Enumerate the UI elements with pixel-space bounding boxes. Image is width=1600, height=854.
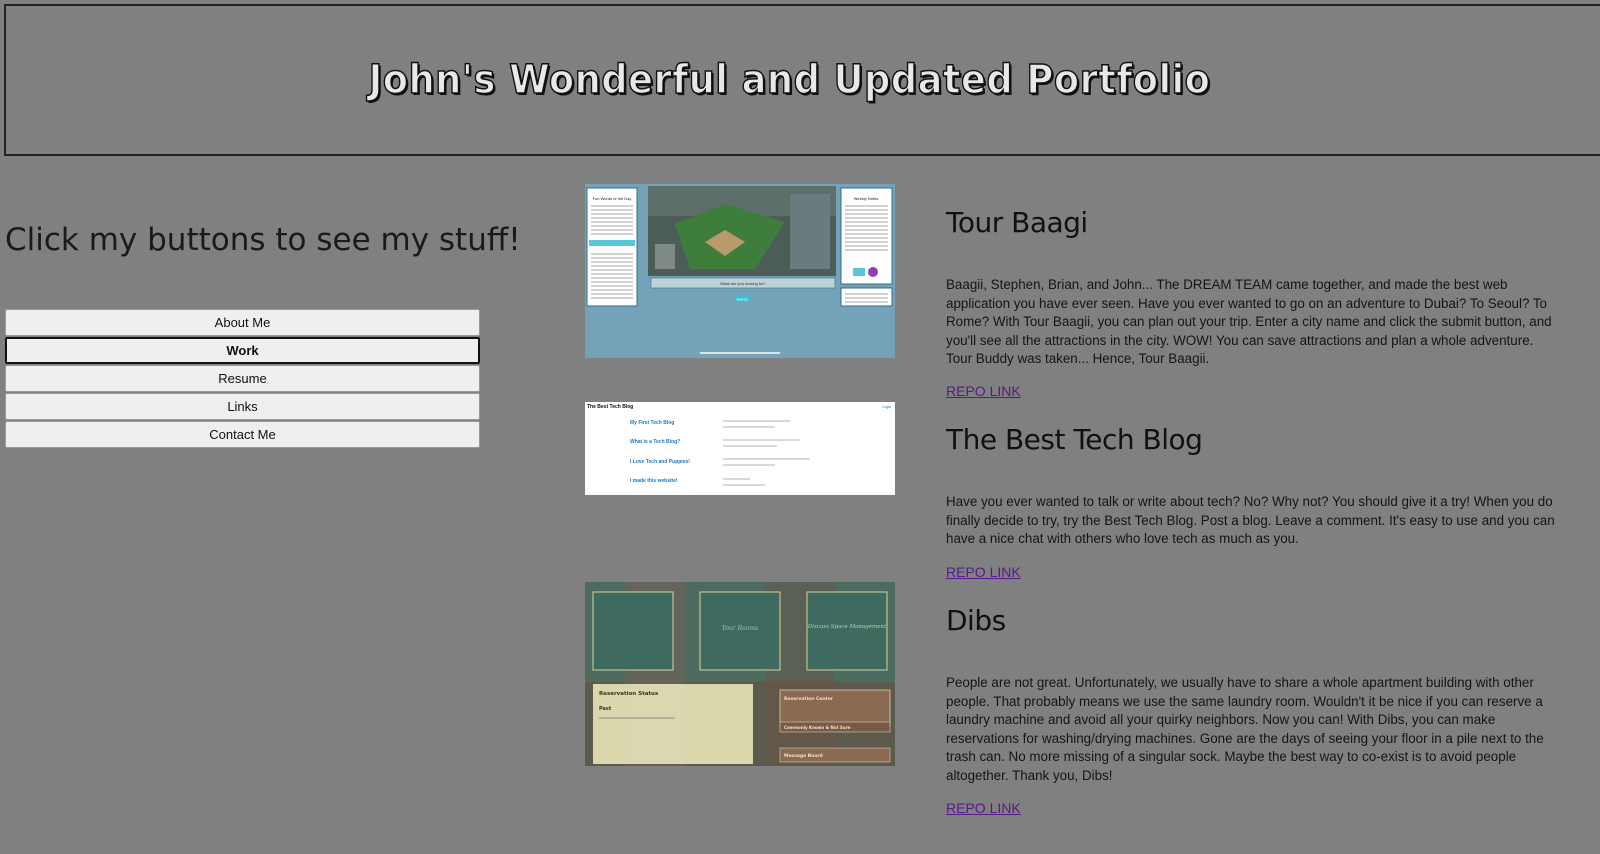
links-button[interactable]: Links [5, 393, 480, 420]
tour-right-title: Weekly Notes [854, 196, 879, 201]
repo-link[interactable]: REPO LINK [946, 564, 1021, 580]
blog-login: Login [882, 405, 891, 409]
dibs-panel-right-2: Commonly Known & Not Sure [784, 725, 851, 730]
tagline: Click my buttons to see my stuff! [5, 222, 521, 258]
nav-menu: About Me Work Resume Links Contact Me [5, 309, 480, 449]
project-description: Baagii, Stephen, Brian, and John... The … [946, 277, 1552, 367]
blog-post-4: I made this website! [630, 478, 678, 484]
dibs-screenshot: Your Rooms Discuss Space Management Rese… [585, 582, 895, 766]
dibs-tile-3: Discuss Space Management [807, 624, 887, 630]
tech-blog-screenshot-image: The Best Tech Blog Login My First Tech B… [585, 402, 895, 495]
dibs-panel-left-sub: Past [599, 706, 612, 712]
project-dibs: Dibs People are not great. Unfortunately… [946, 604, 1561, 816]
tour-search-text: What are you looking for? [720, 281, 766, 286]
project-description: Have you ever wanted to talk or write ab… [946, 494, 1555, 547]
blog-post-2: What is a Tech Blog? [630, 439, 680, 445]
site-header: John's Wonderful and Updated Portfolio [4, 4, 1600, 156]
project-title: Dibs [946, 604, 1006, 637]
tour-search-button: Search [736, 298, 747, 302]
repo-link[interactable]: REPO LINK [946, 800, 1021, 816]
dibs-screenshot-image: Your Rooms Discuss Space Management Rese… [585, 582, 895, 766]
project-tech-blog: The Best Tech Blog Have you ever wanted … [946, 423, 1561, 580]
blog-post-3: I Love Tech and Puppies! [630, 459, 690, 465]
blog-site-title: The Best Tech Blog [587, 404, 633, 410]
tech-blog-screenshot: The Best Tech Blog Login My First Tech B… [585, 402, 895, 495]
project-description: People are not great. Unfortunately, we … [946, 675, 1544, 783]
project-title: Tour Baagi [946, 206, 1088, 239]
site-title: John's Wonderful and Updated Portfolio [367, 56, 1210, 104]
project-title: The Best Tech Blog [946, 423, 1203, 456]
tour-baagi-screenshot-image: Fun Words of the Day What are you lookin… [585, 184, 895, 358]
tour-baagi-screenshot: Fun Words of the Day What are you lookin… [585, 184, 895, 358]
project-tour-baagi: Tour Baagi Baagii, Stephen, Brian, and J… [946, 206, 1561, 399]
dibs-panel-right-3: Message Board [784, 753, 823, 759]
repo-link[interactable]: REPO LINK [946, 383, 1021, 399]
dibs-panel-right-1: Reservation Center [784, 696, 834, 702]
dibs-tile-2: Your Rooms [722, 625, 758, 632]
dibs-panel-left-title: Reservation Status [599, 691, 659, 697]
work-button[interactable]: Work [5, 337, 480, 364]
tour-left-title: Fun Words of the Day [593, 196, 632, 201]
about-me-button[interactable]: About Me [5, 309, 480, 336]
contact-me-button[interactable]: Contact Me [5, 421, 480, 448]
resume-button[interactable]: Resume [5, 365, 480, 392]
blog-post-1: My First Tech Blog [630, 420, 674, 426]
